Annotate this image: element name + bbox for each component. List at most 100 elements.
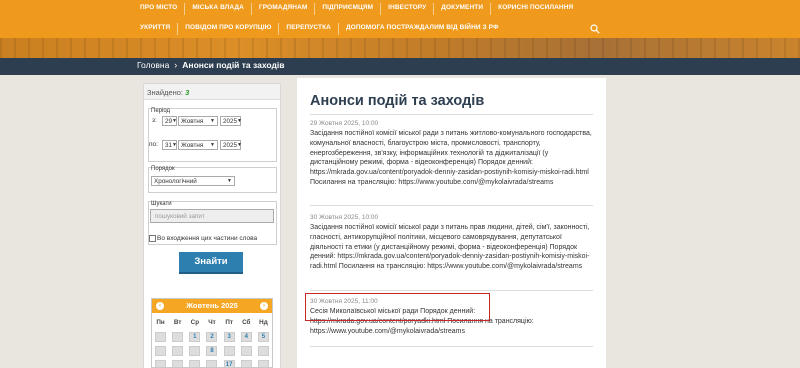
event-date: 29 Жовтня 2025, 10:00 [310, 120, 379, 127]
chevron-down-icon: ▼ [227, 178, 232, 184]
nav-divider [184, 3, 186, 15]
weekday-sun: Нд [259, 319, 268, 326]
calendar-day-cell[interactable] [206, 360, 218, 367]
nav-item-about-city[interactable]: Про місто [140, 2, 177, 16]
calendar-day-cell[interactable] [155, 332, 167, 342]
breadcrumb: Головна › Анонси подій та заходів [0, 58, 800, 75]
event-description[interactable]: Засідання постійної комісії міської ради… [310, 129, 595, 188]
nav-item-documents[interactable]: Документи [441, 2, 483, 16]
exact-match-label: Во входження цих частини слова [157, 235, 258, 242]
calendar-day-cell[interactable] [155, 360, 167, 367]
calendar-day-cell[interactable] [223, 346, 235, 356]
results-count: Знайдено: 3 [144, 84, 280, 100]
calendar-day-cell[interactable]: 2 [206, 332, 218, 342]
calendar-weekdays: Пн Вт Ср Чт Пт Сб Нд [152, 319, 272, 326]
order-label: Порядок [151, 166, 175, 172]
chevron-down-icon: ▼ [210, 118, 215, 124]
nav-item-citizens[interactable]: Громадянам [259, 2, 307, 16]
search-submit-button[interactable]: Знайти [179, 252, 243, 274]
event-description[interactable]: Засідання постійної комісії міської ради… [310, 223, 595, 272]
nav-divider [490, 3, 492, 15]
results-count-label: Знайдено: [147, 88, 183, 97]
calendar-title: Жовтень 2025 [186, 301, 238, 310]
calendar-day-cell[interactable]: 3 [223, 332, 235, 342]
calendar-day-cell[interactable] [257, 346, 269, 356]
calendar-week-row: 17 [152, 360, 272, 367]
highlight-box [305, 293, 490, 321]
nav-divider [177, 23, 179, 35]
nav-item-pass[interactable]: Перепустка [286, 22, 331, 36]
weekday-thu: Чт [208, 319, 216, 326]
chevron-down-icon: ▼ [172, 142, 177, 148]
calendar-day-cell[interactable] [172, 346, 184, 356]
nav-divider [250, 3, 252, 15]
calendar-day-cell[interactable] [189, 346, 201, 356]
weekday-wed: Ср [190, 319, 200, 326]
search-icon[interactable] [590, 24, 600, 34]
calendar-day-cell[interactable] [172, 360, 184, 367]
nav-item-city-authority[interactable]: Міська влада [192, 2, 244, 16]
chevron-down-icon: ▼ [172, 118, 177, 124]
calendar-header: ‹ Жовтень 2025 › [152, 299, 272, 313]
from-label: з: [152, 117, 157, 124]
nav-divider [433, 3, 435, 15]
nav-divider [337, 23, 339, 35]
event-item: 30 Жовтня 2025, 10:00 Засідання постійно… [310, 213, 595, 272]
site-header: Про місто Міська влада Громадянам Підпри… [0, 0, 800, 58]
from-day-value: 29 [165, 117, 173, 125]
event-divider [310, 290, 593, 291]
title-divider [310, 114, 593, 115]
to-year-value: 2025 [223, 141, 238, 149]
exact-match-checkbox[interactable] [149, 235, 156, 242]
chevron-right-icon: › [174, 60, 178, 70]
event-divider [310, 346, 593, 347]
to-label: по: [149, 141, 158, 148]
from-month-select[interactable]: Жовтня ▼ [178, 116, 218, 126]
nav-divider [380, 3, 382, 15]
event-item: 29 Жовтня 2025, 10:00 Засідання постійно… [310, 119, 595, 188]
calendar-day-cell[interactable] [257, 360, 269, 367]
calendar-day-cell[interactable]: 17 [223, 360, 235, 367]
nav-item-report-corruption[interactable]: Повідом про корупцію [185, 22, 271, 36]
breadcrumb-current: Анонси подій та заходів [182, 60, 285, 70]
to-day-select[interactable]: 31 ▼ [162, 140, 177, 150]
calendar-day-cell[interactable] [240, 346, 252, 356]
calendar-day-cell[interactable]: 5 [257, 332, 269, 342]
weekday-fri: Пт [225, 319, 233, 326]
calendar-day-cell[interactable] [240, 360, 252, 367]
to-month-select[interactable]: Жовтня ▼ [178, 140, 218, 150]
weekday-sat: Сб [242, 319, 251, 326]
nav-item-war-aid[interactable]: Допомога постраждалим від війни з РФ [346, 22, 499, 36]
breadcrumb-home-link[interactable]: Головна [137, 60, 169, 70]
calendar-next-button[interactable]: › [260, 302, 268, 310]
calendar-day-cell[interactable]: 4 [240, 332, 252, 342]
main-nav-row-1: Про місто Міська влада Громадянам Підпри… [140, 2, 573, 16]
to-day-value: 31 [165, 141, 173, 149]
weekday-mon: Пн [156, 319, 165, 326]
from-year-value: 2025 [223, 117, 238, 125]
nav-divider [314, 3, 316, 15]
chevron-down-icon: ▼ [237, 142, 242, 148]
page-title: Анонси подій та заходів [310, 93, 485, 109]
nav-item-investor[interactable]: Інвестору [388, 2, 426, 16]
calendar-day-cell[interactable]: 8 [206, 346, 218, 356]
main-nav-row-2: Укриття Повідом про корупцію Перепустка … [140, 22, 499, 36]
calendar-day-cell[interactable] [155, 346, 167, 356]
to-year-select[interactable]: 2025 ▼ [220, 140, 242, 150]
nav-divider [278, 23, 280, 35]
calendar-day-cell[interactable] [189, 360, 201, 367]
order-select[interactable]: Хронологічний ▼ [151, 176, 235, 186]
calendar-week-row: 8 [152, 346, 272, 356]
from-year-select[interactable]: 2025 ▼ [220, 116, 242, 126]
calendar-day-cell[interactable]: 1 [189, 332, 201, 342]
events-content: Анонси подій та заходів 29 Жовтня 2025, … [297, 78, 606, 368]
header-banner [0, 38, 800, 58]
from-day-select[interactable]: 29 ▼ [162, 116, 177, 126]
nav-item-useful-links[interactable]: Корисні посилання [498, 2, 573, 16]
nav-item-entrepreneurs[interactable]: Підприємцям [322, 2, 373, 16]
to-month-value: Жовтня [181, 141, 204, 149]
search-input[interactable]: пошуковий запит [150, 209, 274, 223]
calendar-day-cell[interactable] [172, 332, 184, 342]
results-count-value: 3 [185, 88, 190, 97]
nav-item-shelters[interactable]: Укриття [140, 22, 170, 36]
